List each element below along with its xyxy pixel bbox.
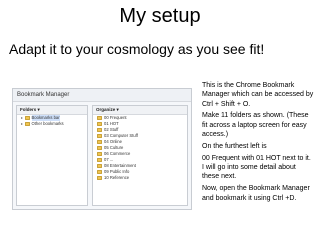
folders-pane: Folders ▾ Bookmarks bar Other bookmarks <box>16 105 88 206</box>
folders-header[interactable]: Folders ▾ <box>17 106 87 115</box>
tree-item-label: Other bookmarks <box>31 121 64 126</box>
folder-icon <box>97 122 102 126</box>
bookmark-manager-title: Bookmark Manager <box>13 89 191 102</box>
folder-icon <box>97 158 102 162</box>
organize-pane: Organize ▾ 00 Frequent 01 HOT 02 Stuff 0… <box>92 105 188 206</box>
bookmark-panes: Folders ▾ Bookmarks bar Other bookmarks … <box>16 105 188 206</box>
folder-icon <box>97 134 102 138</box>
slide-subtitle: Adapt it to your cosmology as you see fi… <box>9 41 265 57</box>
caret-icon <box>21 123 23 125</box>
slide-title: My setup <box>119 5 201 27</box>
folder-icon <box>97 170 102 174</box>
note-paragraph: On the furthest left is <box>202 142 267 150</box>
note-paragraph: Now, open the Bookmark Manager and bookm… <box>202 185 310 202</box>
folder-icon <box>97 116 102 120</box>
folder-icon <box>97 176 102 180</box>
folder-icon <box>24 122 30 126</box>
note-paragraph: This is the Chrome Bookmark Manager whic… <box>202 82 314 108</box>
caret-icon <box>21 117 23 119</box>
folder-icon <box>24 116 30 120</box>
folder-icon <box>97 146 102 150</box>
folder-label: 10 Reference <box>104 175 130 180</box>
notes-text: This is the Chrome Bookmark Manager whic… <box>202 81 314 206</box>
tree-item-other-bookmarks[interactable]: Other bookmarks <box>17 121 87 127</box>
note-paragraph: 00 Frequent with 01 HOT next to it. I wi… <box>202 154 311 181</box>
folder-icon <box>97 164 102 168</box>
bookmark-manager-screenshot: Bookmark Manager Folders ▾ Bookmarks bar… <box>12 88 192 210</box>
note-paragraph: Make 11 folders as shown. (These fit acr… <box>202 112 309 139</box>
folder-item[interactable]: 10 Reference <box>93 175 187 181</box>
folder-icon <box>97 152 102 156</box>
organize-header[interactable]: Organize ▾ <box>93 106 187 115</box>
folder-icon <box>97 128 102 132</box>
folder-icon <box>97 140 102 144</box>
